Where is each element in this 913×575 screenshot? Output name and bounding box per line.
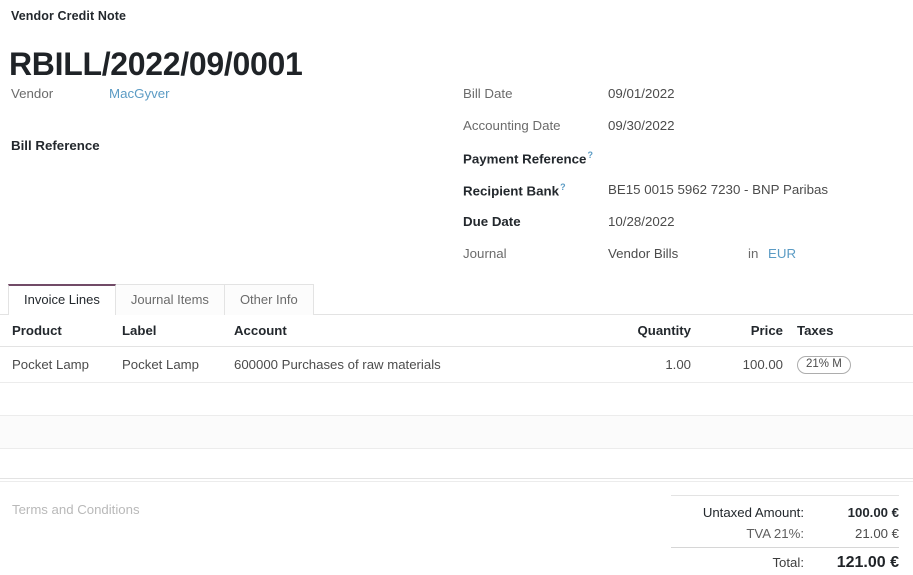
total-label-tax[interactable]: TVA 21%:	[746, 523, 814, 544]
currency-in-label: in	[748, 246, 758, 261]
cell-price[interactable]: 100.00	[697, 347, 789, 383]
tab-journal-items[interactable]: Journal Items	[115, 284, 225, 315]
table-row[interactable]: Pocket Lamp Pocket Lamp 600000 Purchases…	[0, 347, 913, 383]
cell-empty[interactable]	[228, 416, 570, 449]
cell-empty[interactable]	[789, 416, 913, 449]
footer-divider	[0, 478, 913, 479]
tab-bar: Invoice Lines Journal Items Other Info	[0, 283, 913, 315]
cell-empty[interactable]	[228, 383, 570, 416]
help-question-icon[interactable]: ?	[587, 150, 593, 160]
page-title: RBILL/2022/09/0001	[9, 47, 302, 82]
cell-empty[interactable]	[570, 383, 697, 416]
field-due-date-label: Due Date	[463, 214, 521, 229]
field-spacer	[11, 116, 451, 138]
table-row-empty[interactable]	[0, 416, 913, 449]
field-recipient-bank-label: Recipient Bank?	[463, 182, 566, 198]
cell-account[interactable]: 600000 Purchases of raw materials	[228, 347, 570, 383]
cell-empty[interactable]	[0, 449, 116, 482]
field-journal-label: Journal	[463, 246, 507, 261]
total-row-grand: Total: 121.00 €	[671, 547, 899, 573]
cell-label[interactable]: Pocket Lamp	[116, 347, 228, 383]
cell-taxes[interactable]: 21% M	[789, 347, 913, 383]
field-bill-reference-label: Bill Reference	[11, 138, 100, 153]
table-header: Product Label Account Quantity Price Tax…	[0, 316, 913, 347]
field-recipient-bank-label-text: Recipient Bank	[463, 183, 559, 198]
field-vendor-value[interactable]: MacGyver	[109, 86, 170, 101]
document-type-label: Vendor Credit Note	[11, 9, 126, 23]
total-value-tax: 21.00 €	[814, 523, 899, 544]
field-payment-reference: Payment Reference?	[463, 150, 913, 182]
table-header-row: Product Label Account Quantity Price Tax…	[0, 316, 913, 347]
field-payment-reference-label-text: Payment Reference	[463, 151, 586, 166]
cell-empty[interactable]	[228, 449, 570, 482]
currency-value[interactable]: EUR	[768, 246, 796, 261]
cell-empty[interactable]	[116, 383, 228, 416]
cell-empty[interactable]	[570, 416, 697, 449]
cell-quantity[interactable]: 1.00	[570, 347, 697, 383]
totals-panel: Untaxed Amount: 100.00 € TVA 21%: 21.00 …	[671, 495, 899, 573]
total-label-untaxed: Untaxed Amount:	[703, 502, 814, 523]
column-header-label[interactable]: Label	[116, 316, 228, 347]
tab-invoice-lines[interactable]: Invoice Lines	[8, 284, 116, 315]
total-value-grand: 121.00 €	[814, 552, 899, 573]
cell-product[interactable]: Pocket Lamp	[0, 347, 116, 383]
field-bill-reference: Bill Reference	[11, 138, 451, 168]
column-header-taxes[interactable]: Taxes	[789, 316, 913, 347]
column-header-price[interactable]: Price	[697, 316, 789, 347]
right-field-group: Bill Date 09/01/2022 Accounting Date 09/…	[463, 86, 913, 278]
field-recipient-bank: Recipient Bank? BE15 0015 5962 7230 - BN…	[463, 182, 913, 214]
cell-empty[interactable]	[697, 383, 789, 416]
table-row-empty[interactable]	[0, 383, 913, 416]
cell-empty[interactable]	[116, 416, 228, 449]
total-label-grand: Total:	[772, 552, 814, 573]
total-row-untaxed: Untaxed Amount: 100.00 €	[671, 502, 899, 523]
field-bill-date-label: Bill Date	[463, 86, 513, 101]
field-vendor-label: Vendor	[11, 86, 53, 101]
field-payment-reference-label: Payment Reference?	[463, 150, 593, 166]
table-body: Pocket Lamp Pocket Lamp 600000 Purchases…	[0, 347, 913, 482]
left-field-group: Vendor MacGyver Bill Reference	[11, 86, 451, 168]
field-vendor: Vendor MacGyver	[11, 86, 451, 116]
column-header-account[interactable]: Account	[228, 316, 570, 347]
tax-badge[interactable]: 21% M	[797, 356, 851, 374]
field-bill-date-value[interactable]: 09/01/2022	[608, 86, 675, 101]
cell-empty[interactable]	[570, 449, 697, 482]
tab-other-info[interactable]: Other Info	[224, 284, 314, 315]
total-value-untaxed: 100.00 €	[814, 502, 899, 523]
field-recipient-bank-value[interactable]: BE15 0015 5962 7230 - BNP Paribas	[608, 182, 828, 197]
table-row-empty[interactable]	[0, 449, 913, 482]
cell-empty[interactable]	[0, 383, 116, 416]
cell-empty[interactable]	[697, 449, 789, 482]
help-question-icon[interactable]: ?	[560, 182, 566, 192]
field-due-date-value[interactable]: 10/28/2022	[608, 214, 675, 229]
column-header-product[interactable]: Product	[0, 316, 116, 347]
terms-and-conditions-input[interactable]: Terms and Conditions	[12, 502, 140, 517]
column-header-quantity[interactable]: Quantity	[570, 316, 697, 347]
cell-empty[interactable]	[697, 416, 789, 449]
field-accounting-date-value[interactable]: 09/30/2022	[608, 118, 675, 133]
field-journal-value[interactable]: Vendor Bills	[608, 246, 678, 261]
cell-empty[interactable]	[789, 383, 913, 416]
field-bill-date: Bill Date 09/01/2022	[463, 86, 913, 118]
total-row-tax: TVA 21%: 21.00 €	[671, 523, 899, 544]
cell-empty[interactable]	[116, 449, 228, 482]
cell-empty[interactable]	[789, 449, 913, 482]
field-accounting-date: Accounting Date 09/30/2022	[463, 118, 913, 150]
cell-empty[interactable]	[0, 416, 116, 449]
field-journal: Journal Vendor Bills in EUR	[463, 246, 913, 278]
field-accounting-date-label: Accounting Date	[463, 118, 561, 133]
field-due-date: Due Date 10/28/2022	[463, 214, 913, 246]
invoice-lines-table: Product Label Account Quantity Price Tax…	[0, 316, 913, 482]
